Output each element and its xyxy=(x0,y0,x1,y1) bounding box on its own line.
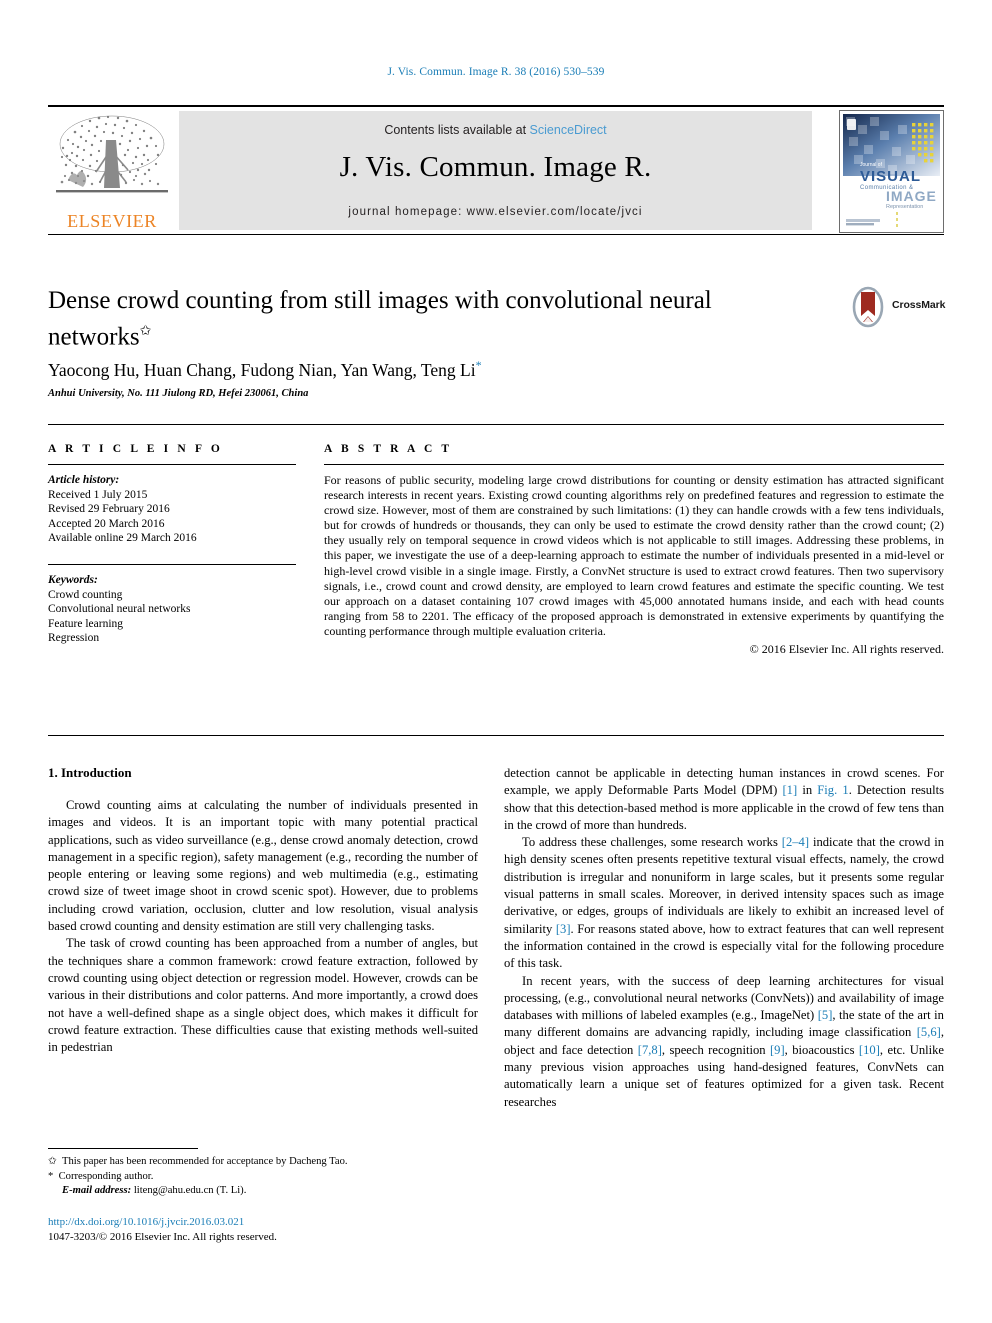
page-title: Dense crowd counting from still images w… xyxy=(48,285,808,352)
footnote-acceptance: ✩ This paper has been recommended for ac… xyxy=(48,1155,488,1170)
footnote-corresponding: * Corresponding author. xyxy=(48,1170,488,1185)
intro-paragraph-1: Crowd counting aims at calculating the n… xyxy=(48,798,478,934)
history-item-online: Available online 29 March 2016 xyxy=(48,532,197,545)
abstract-rule xyxy=(324,464,944,465)
article-info-column: A R T I C L E I N F O Article history: R… xyxy=(48,443,296,646)
journal-title: J. Vis. Commun. Image R. xyxy=(339,151,652,183)
elsevier-tree-icon xyxy=(56,115,168,193)
article-info-rule xyxy=(48,464,296,465)
intro-paragraph-5: In recent years, with the success of dee… xyxy=(504,973,944,1111)
footnote-rule xyxy=(48,1148,198,1149)
svg-text:IMAGE: IMAGE xyxy=(886,188,937,204)
journal-masthead: ELSEVIER Contents lists available at Sci… xyxy=(48,105,944,235)
keywords-label: Keywords: xyxy=(48,573,98,586)
author-list: Yaocong Hu, Huan Chang, Fudong Nian, Yan… xyxy=(48,358,908,381)
doi-link[interactable]: http://dx.doi.org/10.1016/j.jvcir.2016.0… xyxy=(48,1215,488,1230)
p4-text-c: . For reasons stated above, how to extra… xyxy=(504,921,945,971)
elsevier-logo: ELSEVIER xyxy=(48,110,176,232)
crossmark-label: CrossMark xyxy=(892,299,946,311)
citation-ref-5[interactable]: [5] xyxy=(818,1008,833,1022)
keyword-item: Crowd counting xyxy=(48,588,123,601)
article-info-heading: A R T I C L E I N F O xyxy=(48,443,223,455)
masthead-band: Contents lists available at ScienceDirec… xyxy=(179,111,812,230)
keyword-item: Convolutional neural networks xyxy=(48,603,191,616)
affiliation: Anhui University, No. 111 Jiulong RD, He… xyxy=(48,388,309,399)
email-label: E-mail address: xyxy=(62,1185,132,1197)
footnote-corresponding-text: Corresponding author. xyxy=(58,1170,154,1182)
history-item-accepted: Accepted 20 March 2016 xyxy=(48,517,165,530)
citation-ref-10[interactable]: [10] xyxy=(859,1043,880,1057)
publication-footer: http://dx.doi.org/10.1016/j.jvcir.2016.0… xyxy=(48,1215,488,1244)
contents-available-line: Contents lists available at ScienceDirec… xyxy=(179,123,812,137)
footnotes-block: ✩ This paper has been recommended for ac… xyxy=(48,1155,488,1199)
intro-paragraph-4: To address these challenges, some resear… xyxy=(504,834,944,972)
abstract-heading: A B S T R A C T xyxy=(324,443,453,455)
keyword-item: Feature learning xyxy=(48,617,124,630)
history-item-revised: Revised 29 February 2016 xyxy=(48,503,170,516)
figure-ref-1[interactable]: Fig. 1 xyxy=(817,783,848,797)
footnote-acceptance-text: This paper has been recommended for acce… xyxy=(62,1156,348,1167)
citation-ref-5-6[interactable]: [5,6] xyxy=(917,1025,941,1039)
intro-paragraph-2: The task of crowd counting has been appr… xyxy=(48,936,478,1055)
journal-cover-thumbnail[interactable]: Journal of VISUAL Communication & IMAGE … xyxy=(839,110,944,233)
footnote-email: E-mail address: liteng@ahu.edu.cn (T. Li… xyxy=(48,1184,488,1199)
abstract-text: For reasons of public security, modeling… xyxy=(324,473,944,638)
sciencedirect-link[interactable]: ScienceDirect xyxy=(530,123,607,137)
running-head: J. Vis. Commun. Image R. 38 (2016) 530–5… xyxy=(387,66,605,78)
body-column-left: 1. Introduction Crowd counting aims at c… xyxy=(48,765,478,1056)
contents-prefix: Contents lists available at xyxy=(384,123,530,137)
keyword-item: Regression xyxy=(48,632,100,645)
crossmark-badge[interactable]: CrossMark xyxy=(848,286,946,330)
p4-text-a: To address these challenges, some resear… xyxy=(522,835,782,850)
intro-paragraph-3: detection cannot be applicable in detect… xyxy=(504,765,944,834)
author-names: Yaocong Hu, Huan Chang, Fudong Nian, Yan… xyxy=(48,359,476,380)
corresponding-author-marker: * xyxy=(475,358,482,372)
elsevier-wordmark: ELSEVIER xyxy=(67,211,157,231)
svg-text:VISUAL: VISUAL xyxy=(860,168,921,185)
journal-homepage-link[interactable]: journal homepage: www.elsevier.com/locat… xyxy=(179,206,812,218)
p5-text-e: , bioacoustics xyxy=(784,1042,859,1057)
abstract-copyright: © 2016 Elsevier Inc. All rights reserved… xyxy=(749,642,944,657)
title-footnote-marker: ✩ xyxy=(139,324,152,339)
abstract-column: A B S T R A C T For reasons of public se… xyxy=(324,443,944,657)
issn-copyright-line: 1047-3203/© 2016 Elsevier Inc. All right… xyxy=(48,1230,277,1243)
p5-text-d: , speech recognition xyxy=(661,1042,770,1057)
article-history-label: Article history: xyxy=(48,474,120,486)
email-link[interactable]: liteng@ahu.edu.cn xyxy=(134,1185,214,1196)
crossmark-icon xyxy=(852,286,884,328)
p3-text-b: in xyxy=(797,783,818,798)
journal-cover-art: Journal of VISUAL Communication & IMAGE … xyxy=(840,111,943,232)
title-text: Dense crowd counting from still images w… xyxy=(48,287,712,351)
svg-text:Representation: Representation xyxy=(886,204,923,210)
footnote-marker-asterisk: * xyxy=(48,1170,54,1182)
email-suffix: (T. Li). xyxy=(216,1185,247,1197)
keywords-wrapper: Keywords: Crowd counting Convolutional n… xyxy=(48,563,296,646)
paper-page: J. Vis. Commun. Image R. 38 (2016) 530–5… xyxy=(0,0,992,1323)
keywords-block: Keywords: Crowd counting Convolutional n… xyxy=(48,573,296,646)
keywords-rule xyxy=(48,563,296,565)
info-bottom-rule xyxy=(48,735,944,736)
citation-ref-2-4[interactable]: [2–4] xyxy=(782,835,809,849)
info-top-rule xyxy=(48,424,944,425)
section-heading-introduction: 1. Introduction xyxy=(48,765,132,780)
article-history-block: Article history: Received 1 July 2015 Re… xyxy=(48,473,296,546)
p4-text-b: indicate that the crowd in high density … xyxy=(504,835,945,936)
citation-ref-9[interactable]: [9] xyxy=(770,1043,785,1057)
body-column-right: detection cannot be applicable in detect… xyxy=(504,765,944,1111)
citation-ref-7-8[interactable]: [7,8] xyxy=(638,1043,662,1057)
citation-ref-1[interactable]: [1] xyxy=(782,783,797,797)
history-item-received: Received 1 July 2015 xyxy=(48,488,148,501)
citation-ref-3[interactable]: [3] xyxy=(556,922,571,936)
footnote-marker-star: ✩ xyxy=(48,1156,57,1167)
